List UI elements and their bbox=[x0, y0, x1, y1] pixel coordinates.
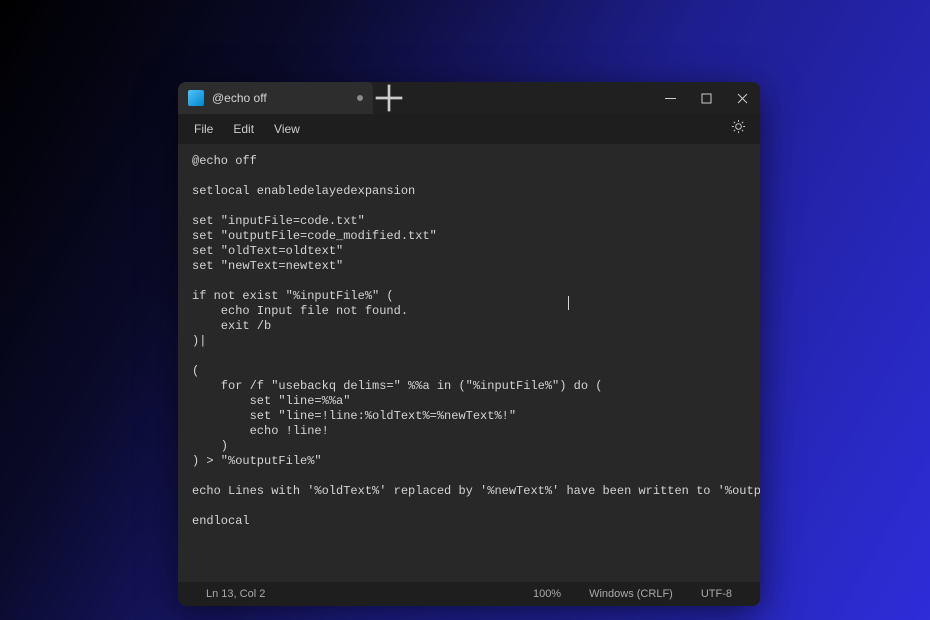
window-controls bbox=[652, 82, 760, 114]
tab-title: @echo off bbox=[212, 91, 349, 105]
menu-view[interactable]: View bbox=[264, 118, 310, 140]
status-encoding[interactable]: UTF-8 bbox=[687, 588, 746, 600]
titlebar-drag-area[interactable] bbox=[405, 82, 652, 114]
status-zoom[interactable]: 100% bbox=[519, 588, 575, 600]
editor-window: @echo off File Edit View bbox=[178, 82, 760, 606]
code-content[interactable]: @echo off setlocal enabledelayedexpansio… bbox=[192, 154, 746, 529]
settings-button[interactable] bbox=[723, 115, 754, 143]
editor-area[interactable]: @echo off setlocal enabledelayedexpansio… bbox=[178, 144, 760, 582]
close-button[interactable] bbox=[724, 82, 760, 114]
status-lineending[interactable]: Windows (CRLF) bbox=[575, 588, 687, 600]
text-cursor-icon bbox=[568, 296, 569, 310]
unsaved-indicator-icon bbox=[357, 95, 363, 101]
minimize-button[interactable] bbox=[652, 82, 688, 114]
menubar: File Edit View bbox=[178, 114, 760, 144]
active-tab[interactable]: @echo off bbox=[178, 82, 373, 114]
menu-file[interactable]: File bbox=[184, 118, 223, 140]
menu-edit[interactable]: Edit bbox=[223, 118, 264, 140]
file-icon bbox=[188, 90, 204, 106]
statusbar: Ln 13, Col 2 100% Windows (CRLF) UTF-8 bbox=[178, 582, 760, 606]
titlebar: @echo off bbox=[178, 82, 760, 114]
maximize-button[interactable] bbox=[688, 82, 724, 114]
status-position[interactable]: Ln 13, Col 2 bbox=[192, 588, 279, 600]
gear-icon bbox=[731, 119, 746, 134]
new-tab-button[interactable] bbox=[373, 82, 405, 114]
